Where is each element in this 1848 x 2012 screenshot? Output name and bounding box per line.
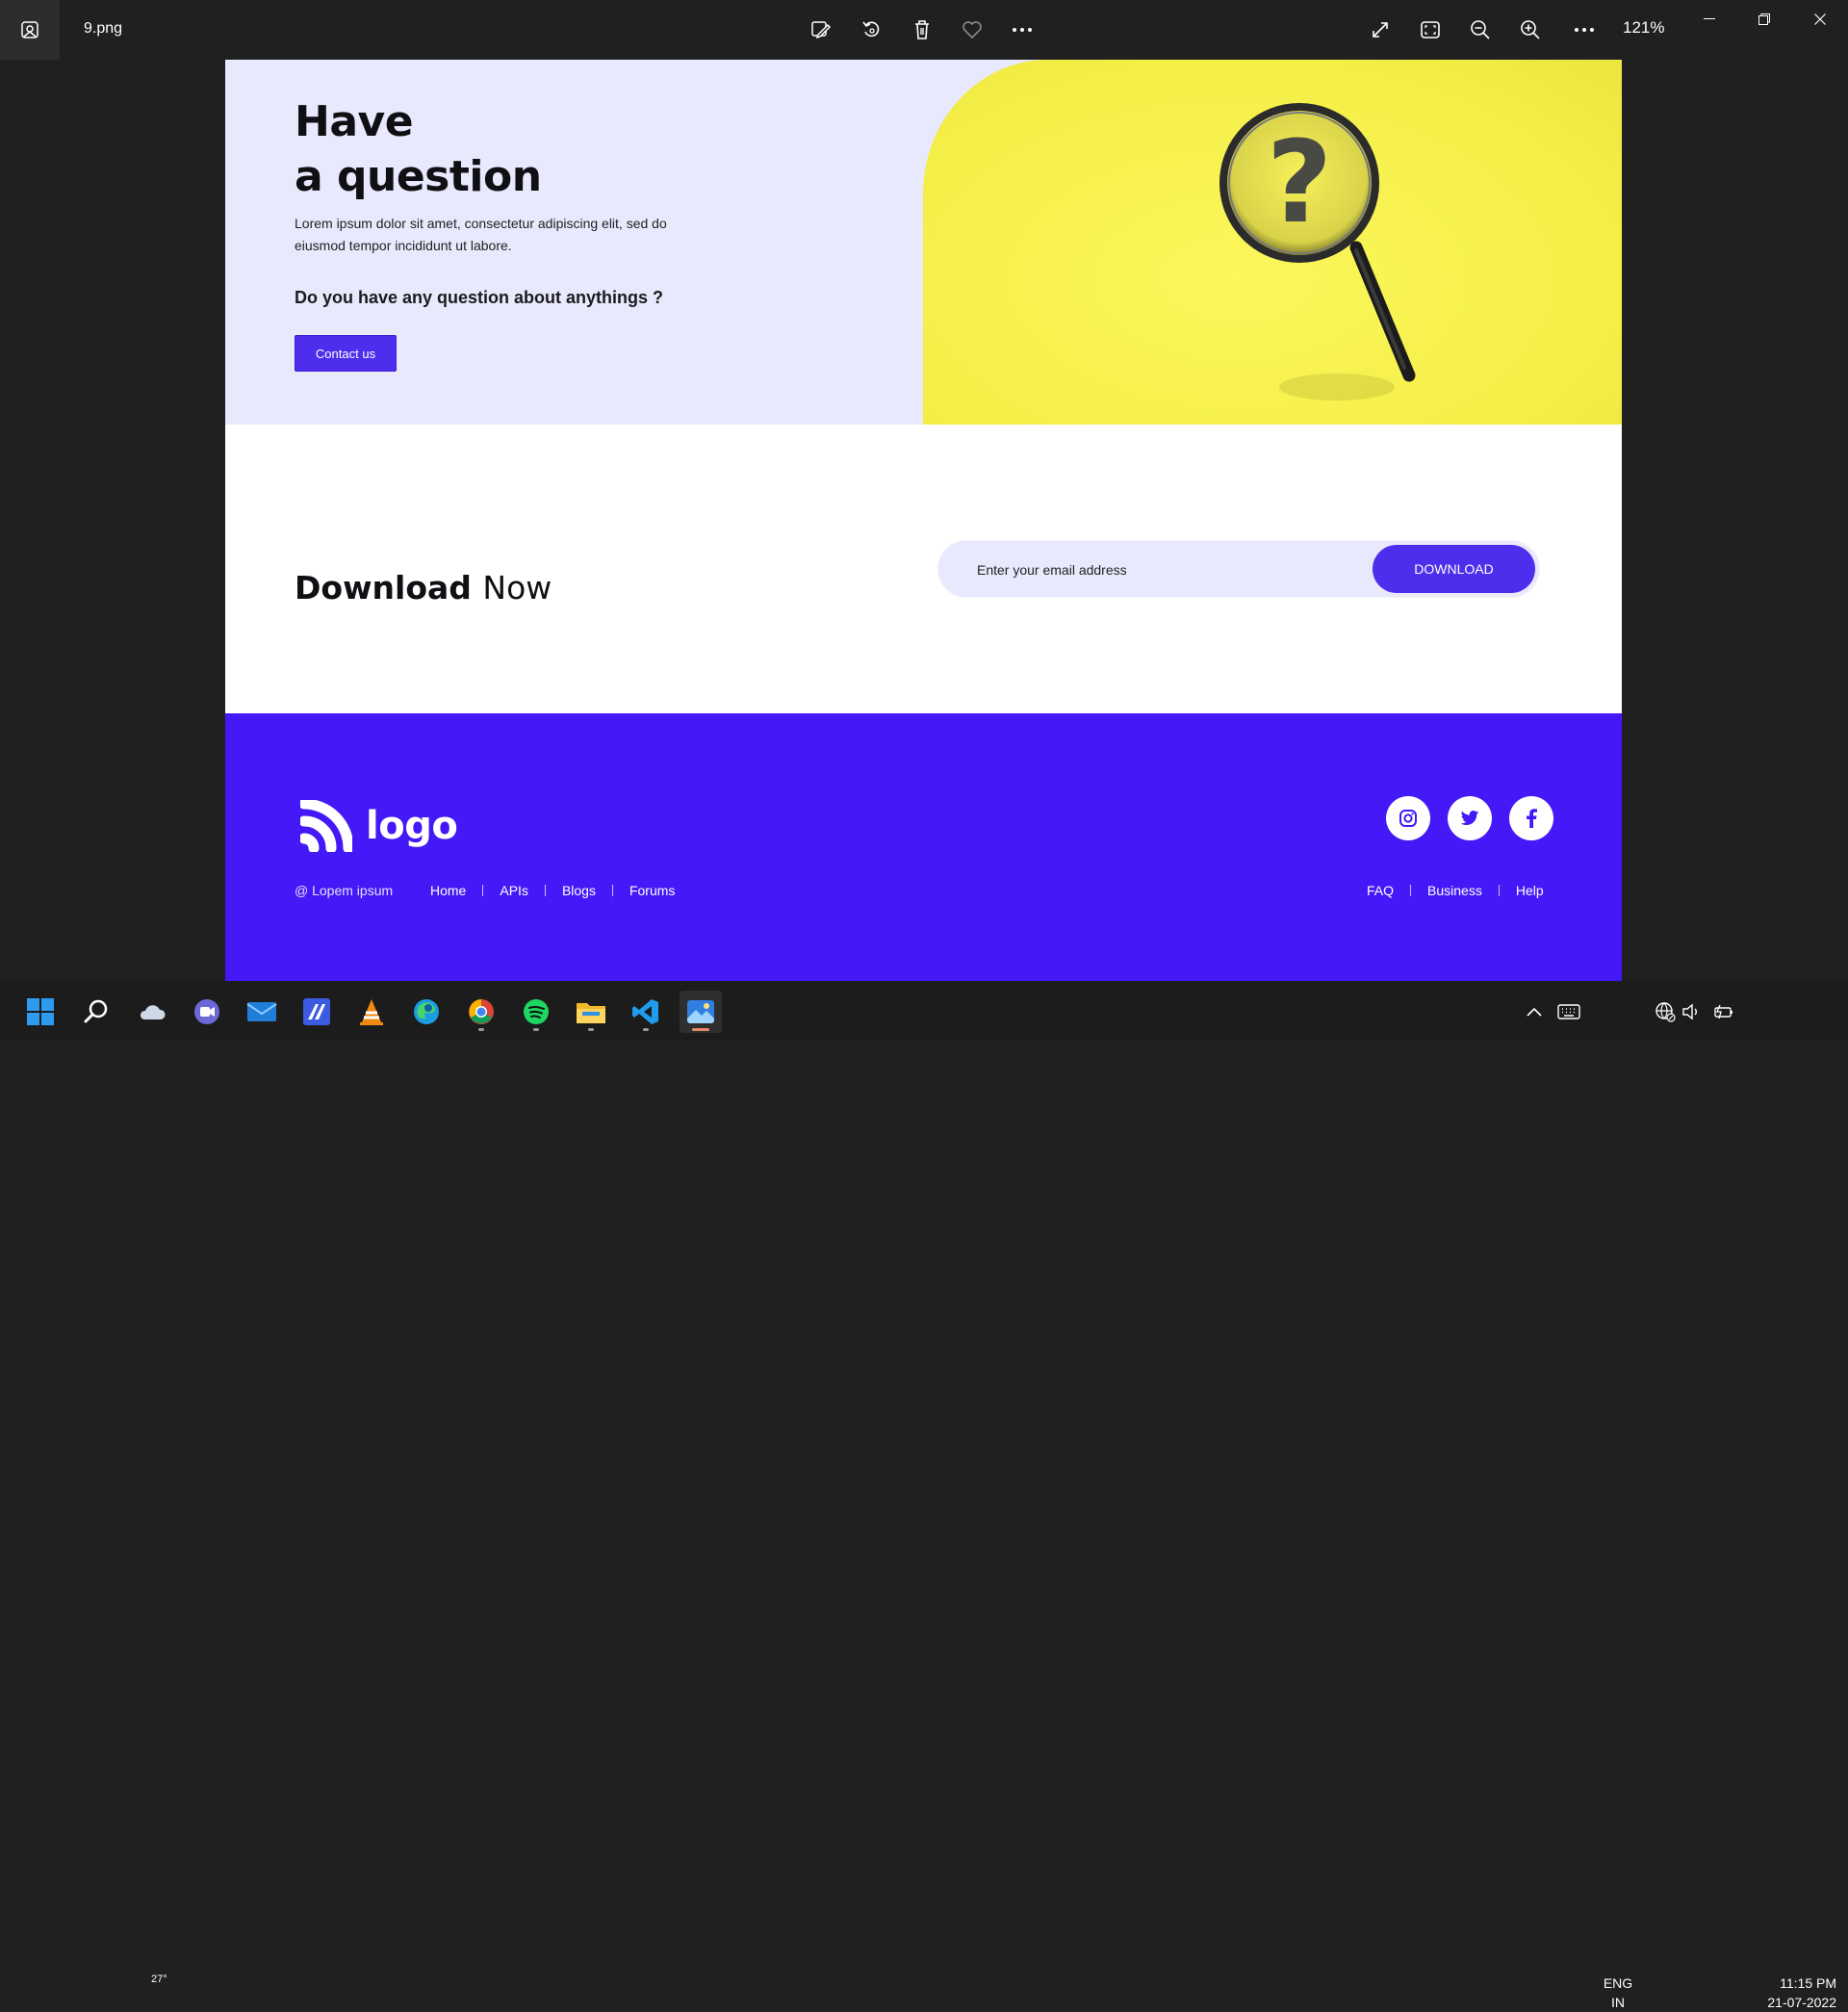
- heart-icon[interactable]: [956, 13, 988, 46]
- clock[interactable]: 11:15 PM 21-07-2022: [1744, 1973, 1836, 2012]
- chevron-up-icon[interactable]: [1515, 991, 1553, 1033]
- hero-image: ?: [923, 60, 1622, 425]
- keyboard-icon[interactable]: [1550, 991, 1588, 1033]
- weather-temperature: 27°: [151, 1973, 167, 1985]
- edit-image-icon[interactable]: [805, 13, 837, 46]
- download-button[interactable]: DOWNLOAD: [1373, 545, 1535, 593]
- running-indicator: [533, 1028, 539, 1031]
- logo-icon: [300, 800, 352, 852]
- weather-icon[interactable]: [131, 991, 173, 1033]
- download-form: DOWNLOAD: [937, 540, 1540, 598]
- more-options-icon[interactable]: [1568, 13, 1601, 46]
- footer-link-forums[interactable]: Forums: [629, 883, 675, 898]
- hero-title-line1: Have: [295, 97, 414, 146]
- contact-us-button[interactable]: Contact us: [295, 335, 397, 372]
- teams-chat-icon[interactable]: [186, 991, 228, 1033]
- magnifying-glass-icon: ?: [1219, 103, 1416, 400]
- file-explorer-icon[interactable]: [570, 991, 612, 1033]
- footer-link-help[interactable]: Help: [1516, 883, 1544, 898]
- divider: [1498, 885, 1500, 896]
- footer: logo @ Lopem ipsum Home APIs Blogs Forum…: [225, 713, 1622, 981]
- twitter-icon[interactable]: [1448, 796, 1492, 840]
- photos-icon[interactable]: [680, 991, 722, 1033]
- zoom-level[interactable]: 121%: [1623, 18, 1664, 38]
- zoom-out-icon[interactable]: [1464, 13, 1497, 46]
- running-indicator: [588, 1028, 594, 1031]
- email-field[interactable]: [977, 559, 1343, 580]
- battery-icon[interactable]: [1707, 991, 1741, 1033]
- image-canvas: ? Have a question Lorem ipsum dolor sit …: [225, 60, 1622, 981]
- language-indicator[interactable]: ENG IN: [1599, 1973, 1637, 2012]
- hero-title-line2: a question: [295, 152, 542, 201]
- edge-icon[interactable]: [405, 991, 448, 1033]
- footer-link-business[interactable]: Business: [1427, 883, 1482, 898]
- hero-description: Lorem ipsum dolor sit amet, consectetur …: [295, 216, 667, 253]
- whiteboard-icon[interactable]: [295, 991, 338, 1033]
- footer-link-blogs[interactable]: Blogs: [562, 883, 596, 898]
- footer-nav-right: FAQ Business Help: [1367, 883, 1544, 898]
- rotate-icon[interactable]: [856, 13, 888, 46]
- minimize-icon[interactable]: [1687, 6, 1732, 33]
- expand-icon[interactable]: [1364, 13, 1397, 46]
- footer-link-faq[interactable]: FAQ: [1367, 883, 1394, 898]
- divider: [482, 885, 484, 896]
- hero-title: Have a question: [295, 94, 542, 204]
- download-title-light: Now: [482, 569, 552, 606]
- mail-icon[interactable]: [241, 991, 283, 1033]
- language-code: ENG: [1603, 1975, 1633, 1991]
- clock-time: 11:15 PM: [1780, 1975, 1836, 1991]
- close-icon[interactable]: [1798, 6, 1842, 33]
- copyright-text: @ Lopem ipsum: [295, 883, 394, 898]
- trash-icon[interactable]: [906, 13, 938, 46]
- region-code: IN: [1611, 1995, 1625, 2010]
- vlc-icon[interactable]: [350, 991, 393, 1033]
- taskbar: 27° ENG IN 11:15 PM 21-07-2022: [0, 981, 1848, 2010]
- logo-text: logo: [366, 804, 458, 848]
- active-indicator: [692, 1028, 709, 1031]
- hero-question: Do you have any question about anythings…: [295, 288, 664, 307]
- running-indicator: [478, 1028, 484, 1031]
- restore-icon[interactable]: [1742, 6, 1786, 33]
- svg-text:?: ?: [1267, 116, 1332, 248]
- chrome-icon[interactable]: [460, 991, 502, 1033]
- hero-section: ? Have a question Lorem ipsum dolor sit …: [225, 60, 1622, 425]
- download-section: Download Now DOWNLOAD: [225, 425, 1622, 713]
- divider: [544, 885, 546, 896]
- file-name: 9.png: [84, 20, 123, 37]
- divider: [1410, 885, 1412, 896]
- divider: [611, 885, 613, 896]
- viewer-titlebar: 9.png 121%: [0, 0, 1848, 60]
- running-indicator: [643, 1028, 649, 1031]
- brand-logo[interactable]: logo: [300, 800, 458, 852]
- fit-to-window-icon[interactable]: [1414, 13, 1447, 46]
- footer-link-home[interactable]: Home: [430, 883, 466, 898]
- clock-date: 21-07-2022: [1767, 1995, 1836, 2010]
- zoom-in-icon[interactable]: [1514, 13, 1547, 46]
- download-title-bold: Download: [295, 569, 472, 606]
- footer-nav-left: Home APIs Blogs Forums: [430, 883, 675, 898]
- download-title: Download Now: [295, 569, 552, 606]
- photos-app-icon[interactable]: [0, 0, 60, 60]
- volume-icon[interactable]: [1675, 991, 1709, 1033]
- facebook-icon[interactable]: [1509, 796, 1553, 840]
- search-icon[interactable]: [75, 991, 117, 1033]
- vscode-icon[interactable]: [625, 991, 667, 1033]
- windows-start-icon[interactable]: [19, 991, 62, 1033]
- spotify-icon[interactable]: [515, 991, 557, 1033]
- more-options-icon[interactable]: [1006, 13, 1039, 46]
- footer-link-apis[interactable]: APIs: [500, 883, 528, 898]
- instagram-icon[interactable]: [1386, 796, 1430, 840]
